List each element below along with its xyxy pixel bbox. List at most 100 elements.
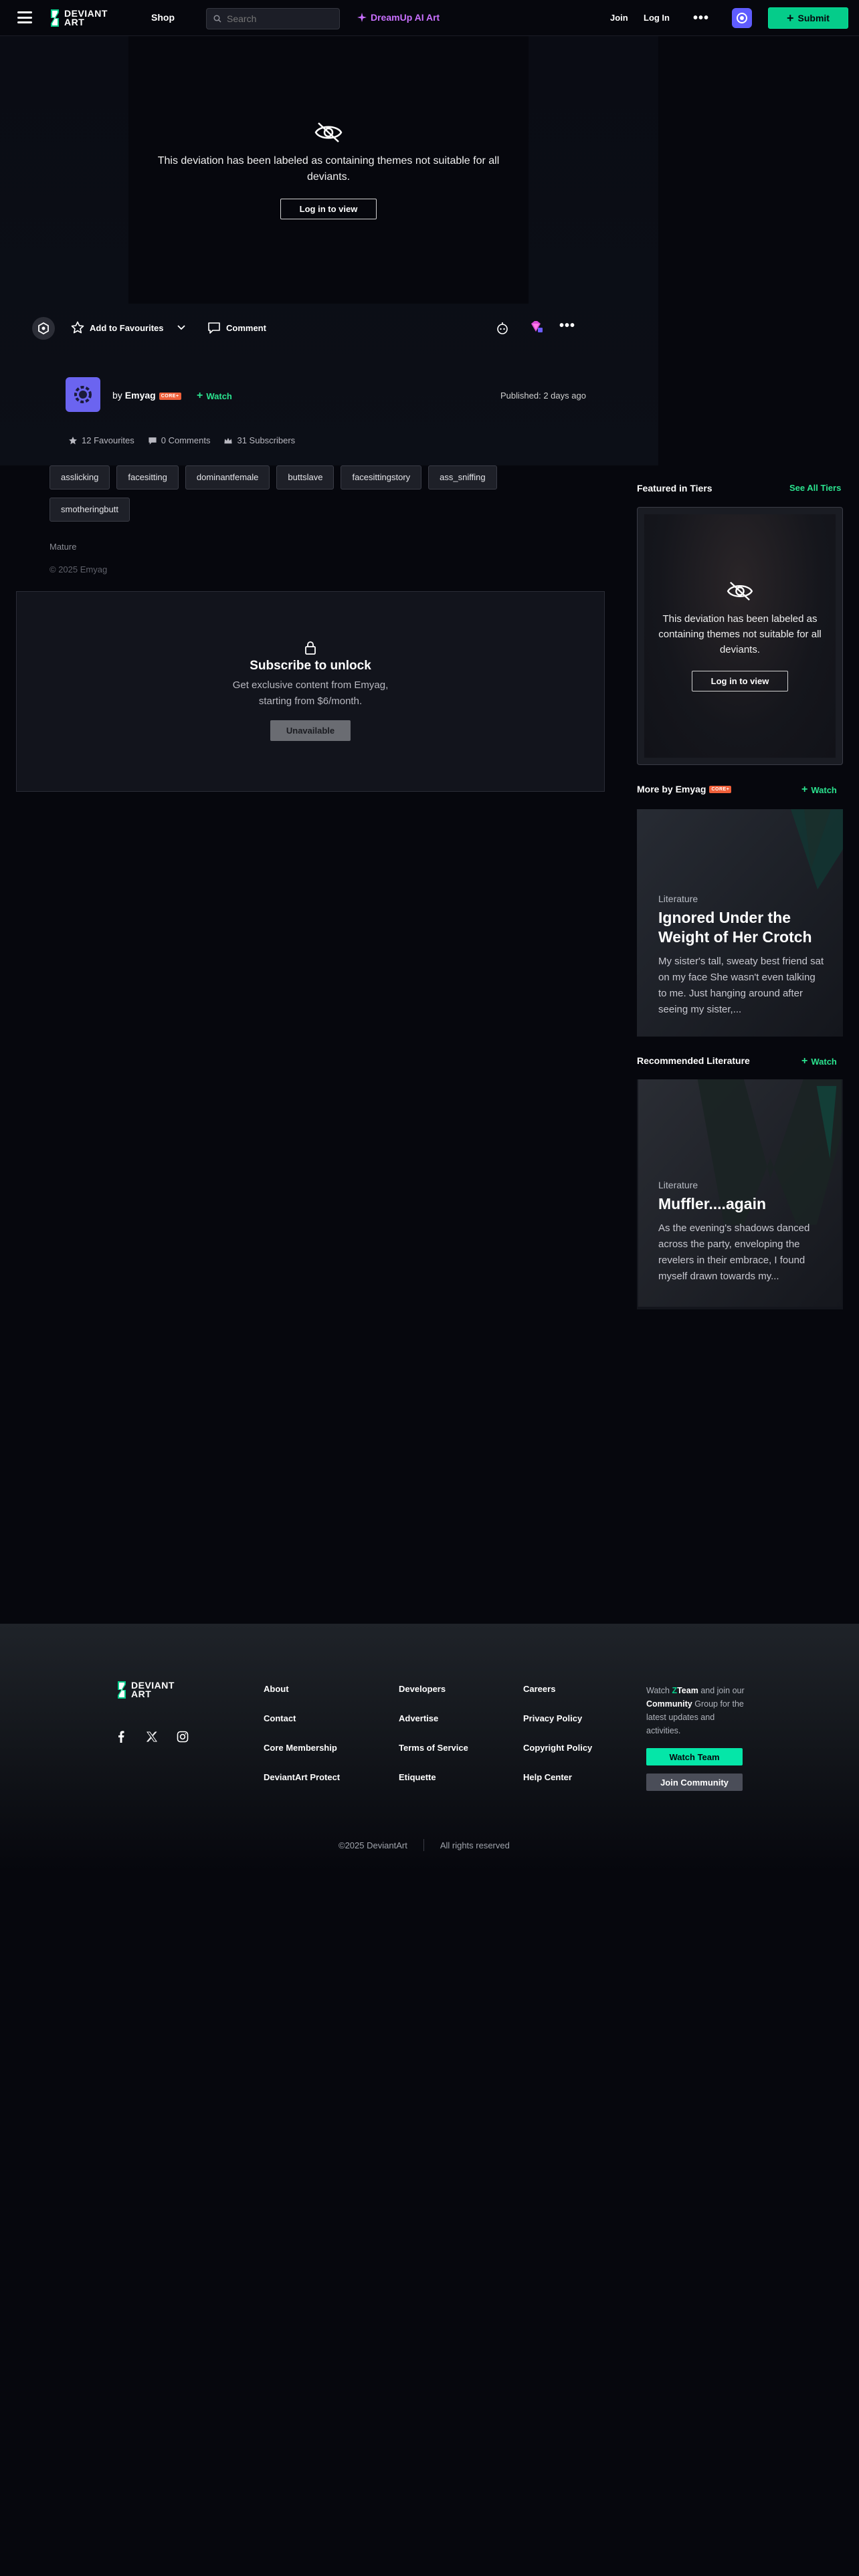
footer-link-careers[interactable]: Careers: [523, 1684, 592, 1713]
ai-info-icon[interactable]: [495, 321, 510, 339]
tier-mature-message: This deviation has been labeled as conta…: [658, 613, 822, 655]
add-to-favourites-button[interactable]: Add to Favourites: [71, 321, 164, 334]
sparkle-icon: [357, 13, 367, 22]
tag[interactable]: smotheringbutt: [50, 498, 130, 522]
nav-shop[interactable]: Shop: [151, 12, 175, 23]
footer-watch-text: Watch ZTeam and join our Community Group…: [646, 1684, 747, 1737]
mature-label: Mature: [50, 542, 77, 552]
tag-list: asslicking facesitting dominantfemale bu…: [50, 465, 545, 530]
footer-link-core-membership[interactable]: Core Membership: [264, 1743, 340, 1772]
footer-link-privacy[interactable]: Privacy Policy: [523, 1713, 592, 1743]
subscribers-count: 31 Subscribers: [237, 435, 296, 445]
author-byline: by Emyag CORE+: [112, 390, 181, 401]
literature-category: Literature: [658, 893, 698, 904]
tag[interactable]: ass_sniffing: [428, 465, 497, 490]
eye-off-icon: [727, 581, 753, 601]
crown-icon: [224, 437, 233, 443]
tier-login-button[interactable]: Log in to view: [691, 671, 789, 691]
unavailable-button[interactable]: Unavailable: [270, 720, 351, 741]
gem-icon[interactable]: [529, 320, 543, 338]
watch-team-button[interactable]: Watch Team: [646, 1748, 743, 1765]
literature-excerpt: As the evening's shadows danced across t…: [658, 1222, 810, 1282]
star-icon: [71, 321, 84, 334]
login-link[interactable]: Log In: [644, 13, 670, 23]
lock-icon: [305, 641, 316, 655]
more-by-label: More by Emyag: [637, 784, 706, 794]
copyright: © 2025 Emyag: [50, 564, 108, 574]
team-icon: Z: [672, 1686, 678, 1695]
literature-title: Muffler....again: [658, 1195, 767, 1212]
footer-link-terms[interactable]: Terms of Service: [399, 1743, 468, 1772]
facebook-icon[interactable]: [115, 1731, 127, 1743]
comments-count: 0 Comments: [161, 435, 211, 445]
chevron-down-icon[interactable]: [177, 322, 186, 335]
core-badge: CORE+: [709, 785, 732, 793]
join-community-button[interactable]: Join Community: [646, 1774, 743, 1791]
watch-more-button[interactable]: + Watch: [801, 784, 837, 796]
footer-logo[interactable]: DEVIANT ART: [116, 1681, 175, 1699]
dreamup-label: DreamUp AI Art: [371, 12, 440, 23]
dreamup-link[interactable]: DreamUp AI Art: [357, 12, 440, 23]
footer-rights: All rights reserved: [440, 1840, 510, 1850]
x-icon[interactable]: [146, 1731, 158, 1743]
literature-card[interactable]: Literature Ignored Under the Weight of H…: [637, 809, 843, 1037]
comment-icon: [208, 322, 220, 334]
featured-in-tiers-heading: Featured in Tiers: [637, 483, 712, 494]
tag[interactable]: facesittingstory: [341, 465, 422, 490]
deviantart-logo[interactable]: DEVIANT ART: [50, 8, 108, 28]
badge-icon[interactable]: [32, 317, 55, 340]
footer-link-about[interactable]: About: [264, 1684, 340, 1713]
tag[interactable]: buttslave: [276, 465, 335, 490]
watch-text: Watch: [646, 1686, 670, 1695]
watch-label: Watch: [811, 784, 837, 795]
comment-button[interactable]: Comment: [207, 321, 266, 334]
more-icon[interactable]: •••: [693, 11, 709, 26]
literature-card[interactable]: Literature Muffler....again As the eveni…: [637, 1079, 843, 1309]
mature-message: This deviation has been labeled as conta…: [157, 154, 500, 183]
instagram-icon[interactable]: [177, 1731, 189, 1743]
footer-column-legal: Careers Privacy Policy Copyright Policy …: [523, 1684, 592, 1802]
search-box[interactable]: [206, 8, 340, 29]
author-avatar[interactable]: [66, 377, 100, 412]
watch-recommended-button[interactable]: + Watch: [801, 1055, 837, 1067]
plus-icon: +: [787, 11, 794, 25]
join-link[interactable]: Join: [610, 13, 628, 23]
plus-icon: +: [801, 784, 808, 795]
subscribe-panel: Subscribe to unlock Get exclusive conten…: [16, 591, 605, 792]
tag[interactable]: asslicking: [50, 465, 110, 490]
subscribe-desc-line: Get exclusive content from Emyag,: [232, 679, 389, 691]
eye-off-icon: [314, 122, 343, 142]
footer-link-help[interactable]: Help Center: [523, 1772, 592, 1802]
footer-link-protect[interactable]: DeviantArt Protect: [264, 1772, 340, 1802]
watch-author-button[interactable]: + Watch: [197, 390, 232, 402]
social-links: [115, 1731, 207, 1743]
footer-link-advertise[interactable]: Advertise: [399, 1713, 468, 1743]
search-input[interactable]: [227, 13, 334, 24]
author-name[interactable]: Emyag: [125, 390, 156, 401]
deviation-stats: 12 Favourites 0 Comments 31 Subscribers: [68, 435, 308, 445]
footer-link-contact[interactable]: Contact: [264, 1713, 340, 1743]
footer-link-copyright-policy[interactable]: Copyright Policy: [523, 1743, 592, 1772]
deviantart-logo-icon: [118, 1681, 126, 1699]
submit-button[interactable]: + Submit: [768, 7, 848, 29]
login-to-view-button[interactable]: Log in to view: [280, 198, 377, 219]
team-label: Team: [677, 1686, 698, 1695]
recommended-literature-heading: Recommended Literature: [637, 1055, 750, 1066]
mature-content-placeholder: This deviation has been labeled as conta…: [128, 36, 529, 304]
divider: [423, 1839, 424, 1851]
user-avatar[interactable]: [732, 8, 752, 28]
see-all-tiers-link[interactable]: See All Tiers: [789, 483, 841, 493]
shield-icon: [38, 322, 49, 334]
footer-link-etiquette[interactable]: Etiquette: [399, 1772, 468, 1802]
menu-icon[interactable]: [17, 11, 32, 23]
watch-label: Watch: [811, 1056, 837, 1067]
avatar-icon: [737, 13, 747, 23]
footer-link-developers[interactable]: Developers: [399, 1684, 468, 1713]
footer-column-dev: Developers Advertise Terms of Service Et…: [399, 1684, 468, 1802]
literature-category: Literature: [658, 1180, 698, 1190]
tier-card[interactable]: This deviation has been labeled as conta…: [637, 507, 843, 765]
tag[interactable]: dominantfemale: [185, 465, 270, 490]
footer-column-company: About Contact Core Membership DeviantArt…: [264, 1684, 340, 1802]
more-options-icon[interactable]: •••: [559, 318, 575, 334]
tag[interactable]: facesitting: [116, 465, 179, 490]
